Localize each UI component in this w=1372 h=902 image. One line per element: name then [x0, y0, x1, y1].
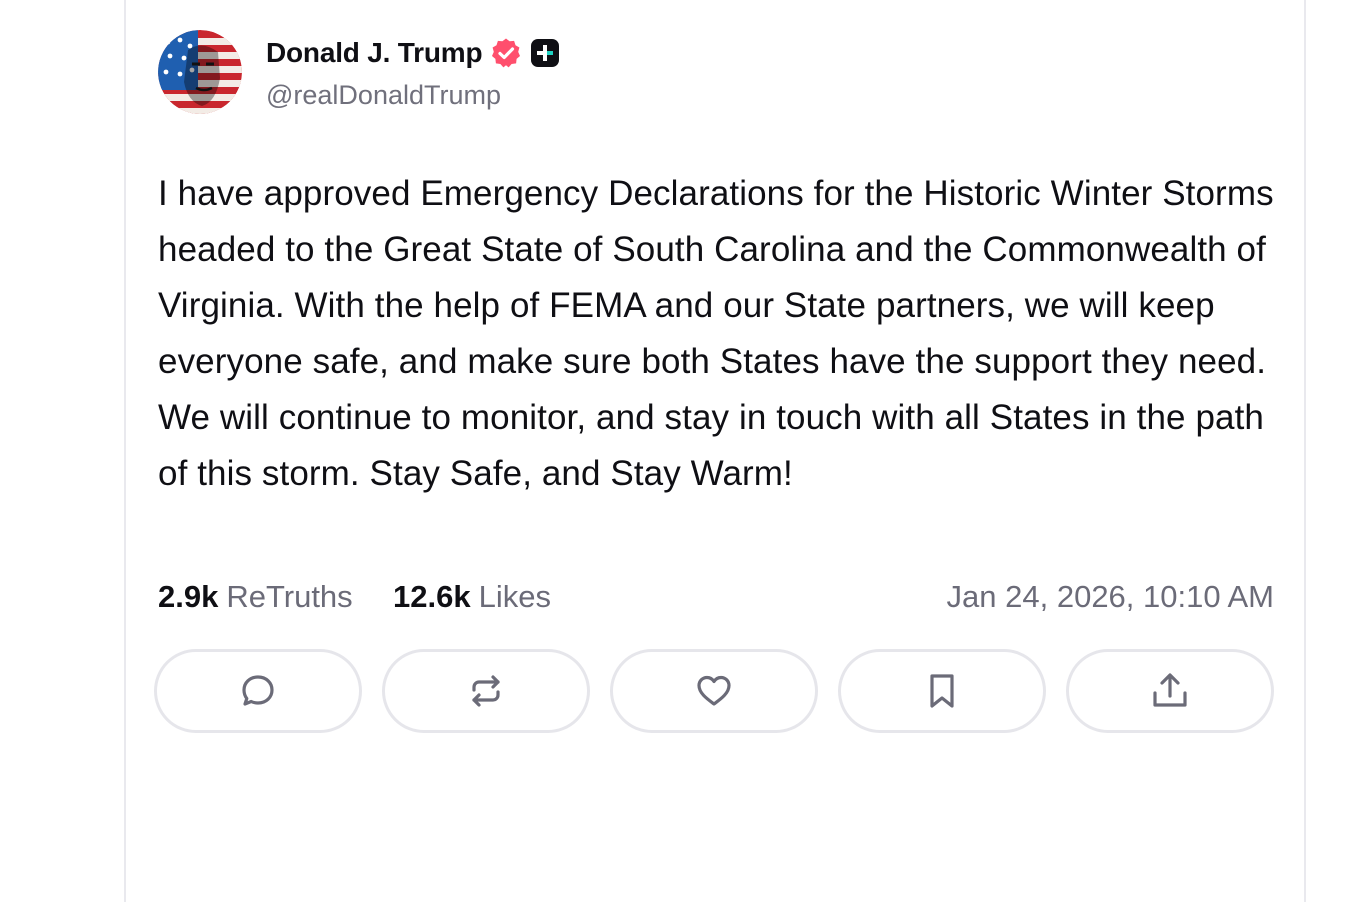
retruth-button[interactable]: [382, 649, 590, 733]
likes-label: Likes: [478, 579, 551, 614]
retruths-stat[interactable]: 2.9k ReTruths: [158, 576, 353, 618]
likes-count: 12.6k: [393, 579, 471, 614]
share-button[interactable]: [1066, 649, 1274, 733]
post-actions: [154, 649, 1278, 737]
bookmark-button[interactable]: [838, 649, 1046, 733]
display-name-row: Donald J. Trump: [266, 36, 560, 70]
bookmark-icon: [930, 674, 954, 708]
page: Donald J. Trump @realDonaldTrump I have …: [0, 0, 1372, 902]
share-icon: [1153, 673, 1187, 707]
reply-icon: [242, 675, 274, 706]
post-stats: 2.9k ReTruths 12.6k Likes Jan 24, 2026, 10…: [158, 576, 1274, 618]
post-header: Donald J. Trump @realDonaldTrump: [158, 30, 560, 116]
verified-badge-icon: [490, 37, 522, 69]
truth-plus-icon: [530, 38, 560, 68]
author-handle[interactable]: @realDonaldTrump: [266, 80, 560, 111]
author-names: Donald J. Trump @realDonaldTrump: [266, 36, 560, 111]
likes-stat[interactable]: 12.6k Likes: [393, 576, 551, 618]
like-button[interactable]: [610, 649, 818, 733]
like-icon: [697, 675, 731, 706]
retruth-icon: [472, 675, 500, 707]
author-avatar[interactable]: [158, 30, 242, 114]
retruths-label: ReTruths: [226, 579, 353, 614]
author-display-name[interactable]: Donald J. Trump: [266, 37, 483, 69]
avatar-image: [158, 30, 242, 114]
reply-button[interactable]: [154, 649, 362, 733]
post-timestamp[interactable]: Jan 24, 2026, 10:10 AM: [947, 576, 1274, 618]
retruths-count: 2.9k: [158, 579, 219, 614]
post-text: I have approved Emergency Declarations f…: [158, 174, 1284, 493]
